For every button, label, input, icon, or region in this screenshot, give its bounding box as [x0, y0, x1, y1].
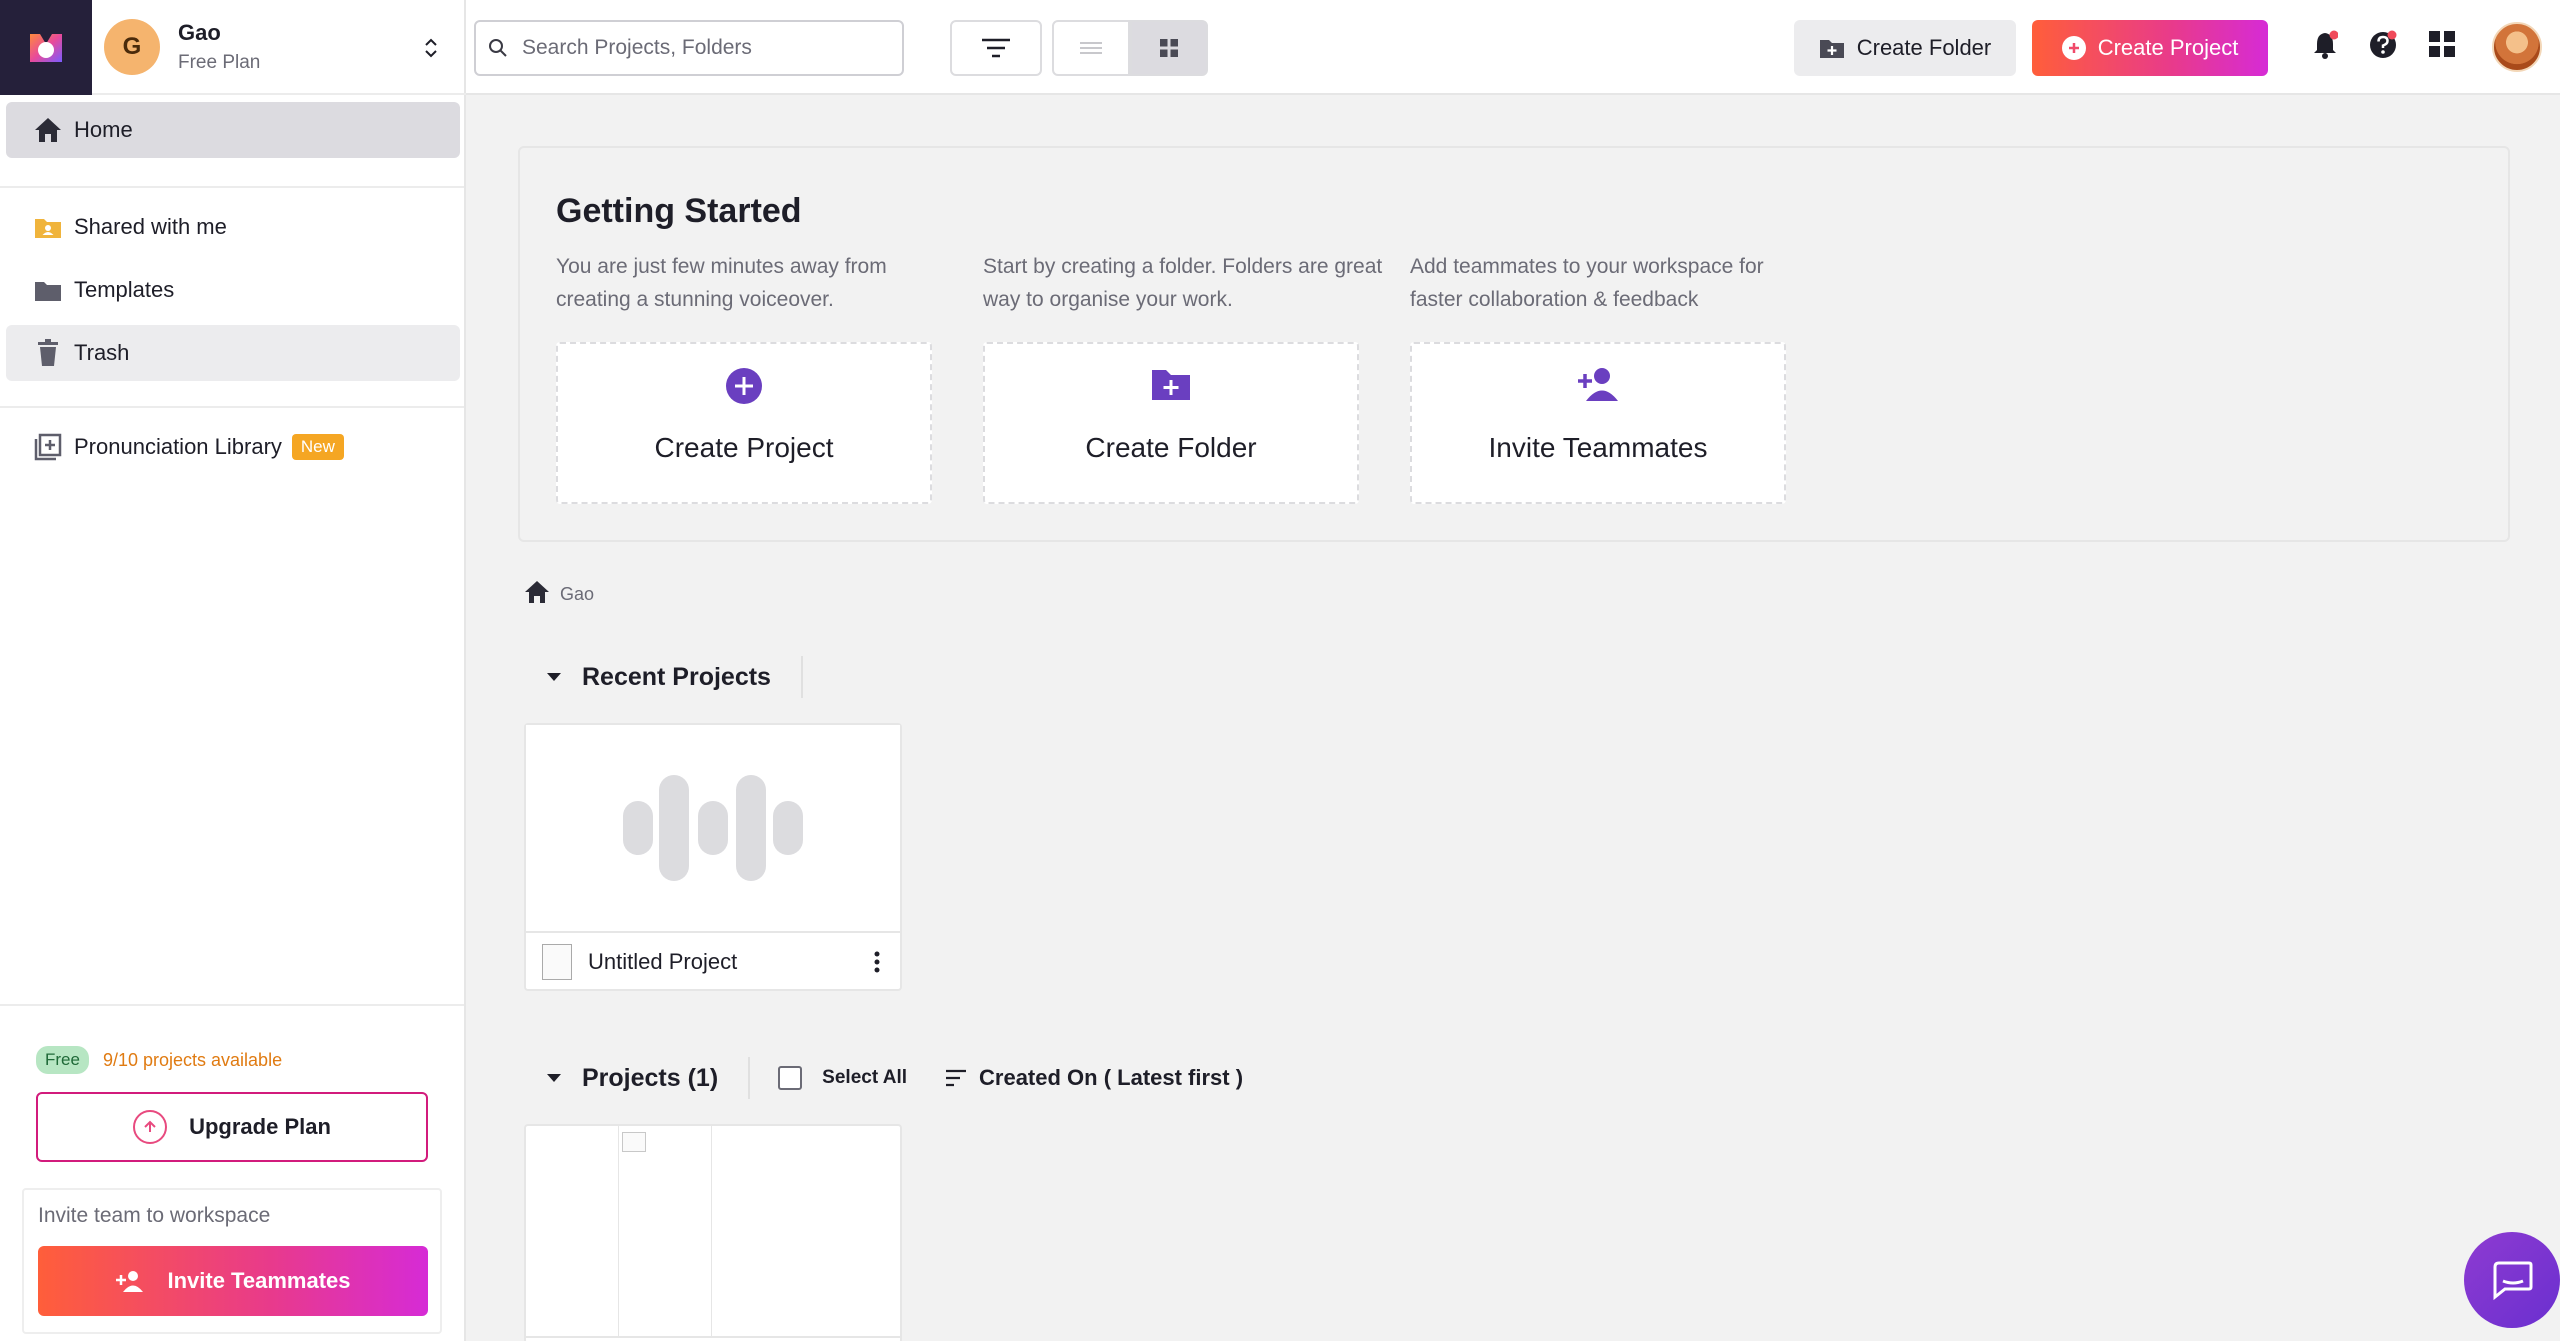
broken-image — [622, 1132, 646, 1152]
invite-teammates-description: Add teammates to your workspace for fast… — [1410, 255, 1764, 311]
user-avatar[interactable] — [2492, 22, 2542, 72]
plan-badge: Free — [36, 1046, 89, 1074]
workspace-plan: Free Plan — [178, 51, 261, 73]
header-divider — [748, 1057, 751, 1099]
chevron-updown-icon[interactable] — [424, 36, 438, 60]
sidebar: G Gao Free Plan Home Shared with me Temp… — [0, 0, 466, 1341]
create-project-description: You are just few minutes away from creat… — [556, 255, 887, 311]
upgrade-arrow-icon — [133, 1110, 168, 1144]
recent-projects-header[interactable]: Recent Projects — [546, 656, 803, 698]
list-view-icon — [1080, 42, 1102, 54]
app-logo[interactable] — [0, 0, 92, 95]
person-add-icon — [116, 1271, 144, 1292]
logo-icon — [30, 33, 62, 62]
getting-started-title: Getting Started — [556, 192, 802, 230]
project-card[interactable] — [524, 1124, 902, 1341]
help-icon[interactable] — [2368, 30, 2398, 60]
invite-teammates-card[interactable]: Invite Teammates — [1410, 342, 1786, 504]
chat-icon — [2493, 1261, 2533, 1301]
trash-icon — [38, 339, 58, 366]
workspace-switcher[interactable]: G Gao Free Plan — [92, 0, 466, 95]
sidebar-item-label: Home — [74, 117, 133, 142]
filter-button[interactable] — [950, 20, 1042, 76]
breadcrumb[interactable]: Gao — [524, 578, 594, 605]
workspace-name: Gao — [178, 19, 221, 45]
projects-header: Projects (1) Select All Created On ( Lat… — [546, 1057, 1243, 1099]
plus-circle-icon — [726, 368, 762, 404]
shared-folder-icon — [35, 219, 61, 238]
project-card[interactable]: Untitled Project — [524, 723, 902, 991]
invite-prompt: Invite team to workspace — [38, 1204, 271, 1227]
invite-teammates-card-label: Invite Teammates — [1488, 432, 1708, 463]
select-all-label[interactable]: Select All — [822, 1067, 907, 1089]
sidebar-item-label: Shared with me — [74, 214, 227, 239]
sidebar-item-home[interactable]: Home — [6, 102, 460, 158]
bell-icon[interactable] — [2312, 30, 2338, 60]
invite-teammates-button[interactable]: Invite Teammates — [38, 1246, 428, 1316]
more-options-icon[interactable] — [874, 951, 880, 973]
caret-down-icon[interactable] — [546, 1073, 562, 1083]
invite-panel: Invite team to workspace Invite Teammate… — [22, 1188, 442, 1334]
create-project-label: Create Project — [2097, 35, 2239, 60]
invite-teammates-label: Invite Teammates — [167, 1268, 351, 1293]
project-name: Untitled Project — [588, 949, 738, 974]
sidebar-item-label: Pronunciation Library — [74, 434, 282, 459]
workspace-avatar: G — [104, 18, 160, 75]
sort-icon[interactable] — [945, 1069, 967, 1087]
projects-title: Projects (1) — [582, 1063, 719, 1092]
create-folder-card-label: Create Folder — [1085, 432, 1257, 463]
sidebar-item-shared[interactable]: Shared with me — [6, 199, 460, 255]
card-divider — [526, 1336, 900, 1338]
project-owner-image — [542, 944, 572, 980]
header-divider — [800, 656, 803, 698]
plan-panel: Free 9/10 projects available Upgrade Pla… — [0, 1004, 464, 1341]
folder-plus-icon — [1152, 370, 1190, 400]
search-box[interactable] — [474, 20, 904, 76]
audio-wave-icon — [623, 775, 803, 881]
new-badge: New — [291, 434, 344, 460]
library-icon — [34, 433, 62, 461]
create-project-card[interactable]: Create Project — [556, 342, 932, 504]
grid-view-button[interactable] — [1130, 20, 1208, 76]
search-icon — [489, 39, 507, 57]
apps-grid-icon[interactable] — [2428, 30, 2456, 58]
sidebar-item-label: Templates — [74, 277, 175, 302]
select-all-checkbox[interactable] — [778, 1066, 803, 1090]
sidebar-divider — [0, 406, 464, 408]
recent-projects-title: Recent Projects — [582, 662, 771, 691]
sidebar-item-trash[interactable]: Trash — [6, 325, 460, 381]
create-folder-card[interactable]: Create Folder — [983, 342, 1359, 504]
search-input[interactable] — [522, 36, 882, 60]
list-view-button[interactable] — [1052, 20, 1130, 76]
project-thumbnail — [526, 725, 900, 933]
sidebar-item-label: Trash — [74, 340, 130, 365]
sidebar-item-templates[interactable]: Templates — [6, 262, 460, 318]
project-thumbnail — [618, 1126, 712, 1336]
top-bar: Create Folder Create Project — [466, 0, 2560, 95]
sidebar-divider — [0, 186, 464, 188]
upgrade-plan-button[interactable]: Upgrade Plan — [36, 1092, 428, 1162]
create-folder-label: Create Folder — [1856, 35, 1992, 60]
grid-view-icon — [1160, 39, 1178, 57]
folder-plus-icon — [1819, 40, 1844, 58]
chat-support-button[interactable] — [2464, 1232, 2560, 1328]
home-icon — [525, 580, 549, 603]
folder-icon — [35, 282, 61, 301]
create-project-card-label: Create Project — [654, 432, 834, 463]
caret-down-icon[interactable] — [546, 672, 562, 682]
home-icon — [35, 118, 61, 142]
breadcrumb-label: Gao — [560, 584, 595, 604]
projects-available: 9/10 projects available — [102, 1049, 283, 1070]
plus-circle-icon — [2061, 36, 2086, 60]
filter-icon — [982, 38, 1010, 58]
create-project-button[interactable]: Create Project — [2032, 20, 2268, 76]
create-folder-button[interactable]: Create Folder — [1794, 20, 2016, 76]
create-folder-description: Start by creating a folder. Folders are … — [983, 255, 1383, 311]
upgrade-plan-label: Upgrade Plan — [189, 1114, 331, 1139]
getting-started-panel: Getting Started You are just few minutes… — [518, 146, 2510, 542]
sort-dropdown[interactable]: Created On ( Latest first ) — [979, 1065, 1243, 1091]
sidebar-item-pronunciation-library[interactable]: Pronunciation Library New — [6, 419, 460, 475]
person-add-icon — [1578, 368, 1618, 401]
